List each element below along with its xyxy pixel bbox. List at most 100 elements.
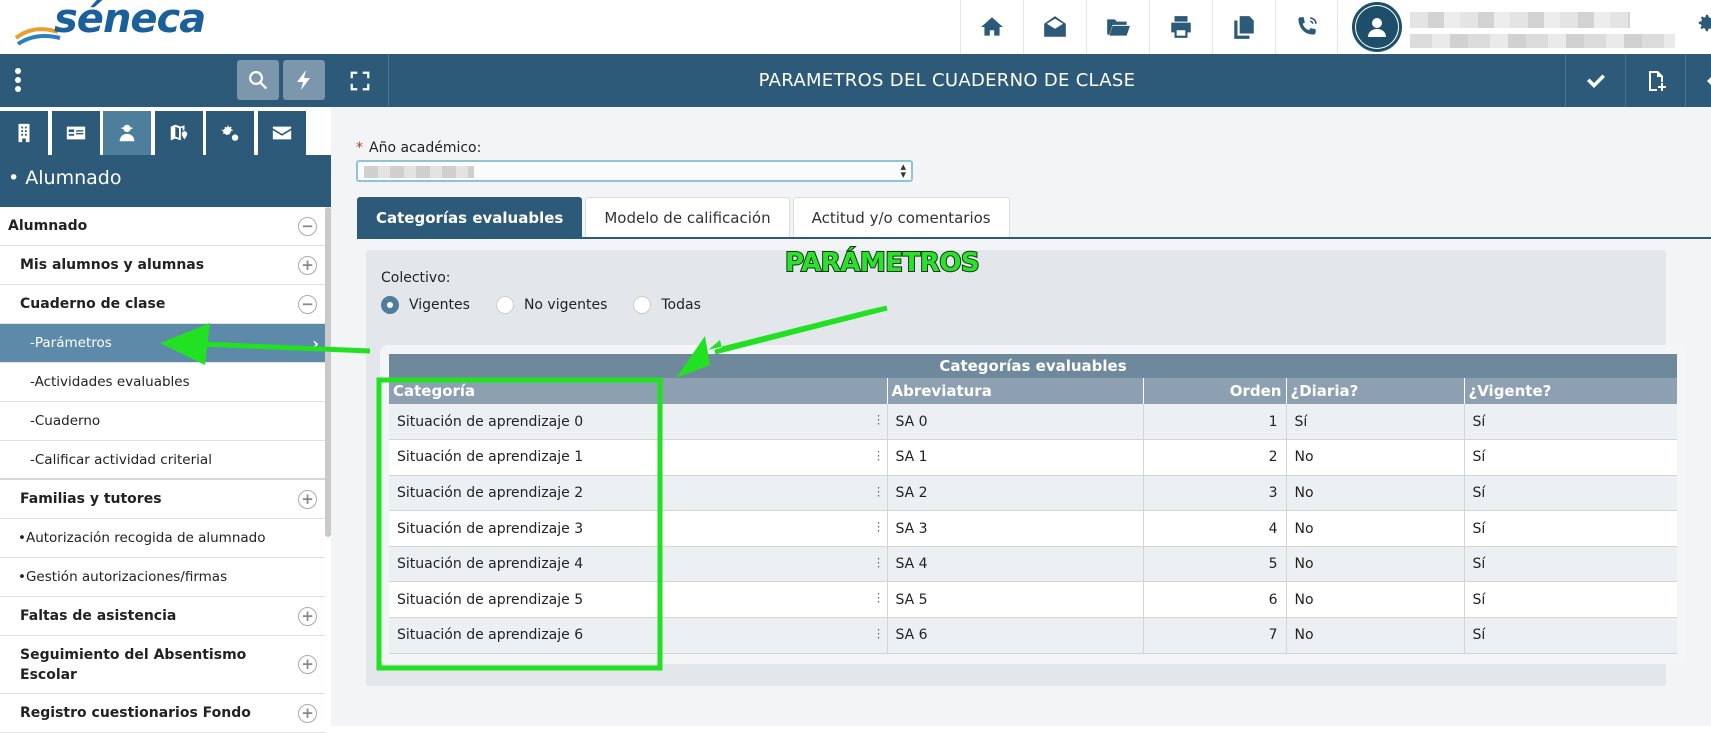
table-row[interactable]: Situación de aprendizaje 2···SA 23NoSí [389, 475, 1677, 511]
table-row[interactable]: Situación de aprendizaje 4···SA 45NoSí [389, 546, 1677, 582]
cell-text: No [1295, 627, 1314, 643]
quick-access-button[interactable] [283, 60, 325, 100]
row-kebab-icon[interactable]: ··· [877, 450, 881, 462]
arrow-left-icon [1704, 69, 1711, 93]
table-row[interactable]: Situación de aprendizaje 3···SA 34NoSí [389, 511, 1677, 547]
user-avatar[interactable] [1352, 2, 1402, 52]
tab-actitud-comentarios[interactable]: Actitud y/o comentarios [793, 197, 1010, 238]
seneca-logo[interactable]: séneca [14, 0, 204, 50]
table-row[interactable]: Situación de aprendizaje 0···SA 01SíSí [389, 404, 1677, 440]
menu-item-calificar-actividad[interactable]: -Calificar actividad criterial [0, 441, 325, 480]
menu-item-faltas[interactable]: Faltas de asistencia + [0, 597, 325, 636]
table-row[interactable]: Situación de aprendizaje 1···SA 12NoSí [389, 440, 1677, 476]
tab-categorias-evaluables[interactable]: Categorías evaluables [357, 197, 582, 238]
settings-gear-icon[interactable] [1696, 12, 1711, 34]
sidebar-tab-center[interactable] [0, 111, 48, 155]
print-icon [1168, 14, 1194, 40]
cell-text: Sí [1473, 449, 1486, 465]
sidebar-tab-mail[interactable] [258, 111, 306, 155]
new-document-button[interactable] [1625, 54, 1685, 107]
cell-text: Situación de aprendizaje 1 [397, 449, 583, 465]
cell-categoria: Situación de aprendizaje 5 ··· [389, 582, 887, 618]
required-marker: * [356, 140, 363, 156]
radio-todas[interactable]: Todas [633, 296, 701, 314]
kebab-menu-icon[interactable] [14, 68, 22, 96]
fullscreen-icon [349, 70, 371, 92]
logo-text: séneca [54, 0, 205, 42]
menu-item-parametros[interactable]: -Parámetros › [0, 324, 325, 363]
home-button[interactable] [960, 0, 1023, 54]
fullscreen-button[interactable] [331, 54, 389, 107]
colectivo-label: Colectivo: [381, 270, 451, 286]
phone-button[interactable] [1275, 0, 1338, 54]
copy-button[interactable] [1212, 0, 1275, 54]
menu-item-autorizacion-recogida[interactable]: •Autorización recogida de alumnado [0, 519, 325, 558]
print-button[interactable] [1149, 0, 1212, 54]
sidebar-tab-students[interactable] [103, 111, 151, 155]
menu-item-actividades-evaluables[interactable]: -Actividades evaluables [0, 363, 325, 402]
table-row[interactable]: Situación de aprendizaje 6···SA 67NoSí [389, 618, 1677, 654]
cell-text: Situación de aprendizaje 5 [397, 592, 583, 608]
row-kebab-icon[interactable]: ··· [877, 592, 881, 604]
academic-year-select[interactable]: ▴▾ [356, 160, 913, 182]
radio-checked-icon [381, 296, 399, 314]
column-header-categoria[interactable]: Categoría [389, 378, 887, 404]
search-icon [246, 68, 270, 92]
cell-vigente: Sí [1464, 511, 1677, 547]
messages-button[interactable] [1023, 0, 1086, 54]
phone-icon [1294, 14, 1320, 40]
column-header-diaria[interactable]: ¿Diaria? [1286, 378, 1464, 404]
table-caption: Categorías evaluables [389, 354, 1677, 378]
cell-vigente: Sí [1464, 404, 1677, 440]
user-role-redacted [1410, 34, 1675, 48]
expand-icon[interactable]: + [298, 490, 317, 509]
menu-group-alumnado[interactable]: Alumnado − [0, 207, 325, 246]
collapse-icon[interactable]: − [298, 295, 317, 314]
row-kebab-icon[interactable]: ··· [877, 557, 881, 569]
cell-text: SA 4 [896, 556, 928, 572]
row-kebab-icon[interactable]: ··· [877, 628, 881, 640]
building-icon [13, 122, 35, 144]
accept-button[interactable] [1565, 54, 1625, 107]
menu-item-cuaderno[interactable]: -Cuaderno [0, 402, 325, 441]
table-row[interactable]: Situación de aprendizaje 5···SA 56NoSí [389, 582, 1677, 618]
column-header-orden[interactable]: Orden [1143, 378, 1286, 404]
back-button[interactable] [1685, 54, 1711, 107]
add-document-icon [1644, 69, 1668, 93]
menu-item-registro-cuestionarios[interactable]: Registro cuestionarios Fondo + [0, 694, 325, 733]
cell-text: No [1295, 556, 1314, 572]
sidebar-tab-settings[interactable] [206, 111, 254, 155]
menu-item-cuaderno-de-clase[interactable]: Cuaderno de clase − [0, 285, 325, 324]
menu-item-gestion-autorizaciones[interactable]: •Gestión autorizaciones/firmas [0, 558, 325, 597]
cell-text: SA 3 [896, 521, 928, 537]
radio-no-vigentes[interactable]: No vigentes [496, 296, 607, 314]
search-button[interactable] [237, 60, 279, 100]
expand-icon[interactable]: + [298, 655, 317, 674]
cell-diaria: No [1286, 475, 1464, 511]
cell-abreviatura: SA 3 [887, 511, 1143, 547]
annotation-label: PARÁMETROS [785, 248, 979, 278]
cell-orden: 7 [1143, 618, 1286, 654]
cell-diaria: No [1286, 440, 1464, 476]
tab-modelo-calificacion[interactable]: Modelo de calificación [585, 197, 789, 238]
colectivo-radio-group: Vigentes No vigentes Todas [381, 296, 717, 314]
cell-vigente: Sí [1464, 618, 1677, 654]
collapse-icon[interactable]: − [298, 217, 317, 236]
expand-icon[interactable]: + [298, 607, 317, 626]
expand-icon[interactable]: + [298, 704, 317, 723]
documents-button[interactable] [1086, 0, 1149, 54]
column-header-abreviatura[interactable]: Abreviatura [887, 378, 1143, 404]
column-header-vigente[interactable]: ¿Vigente? [1464, 378, 1677, 404]
expand-icon[interactable]: + [298, 256, 317, 275]
sidebar-tab-map[interactable] [155, 111, 203, 155]
radio-vigentes[interactable]: Vigentes [381, 296, 470, 314]
row-kebab-icon[interactable]: ··· [877, 521, 881, 533]
row-kebab-icon[interactable]: ··· [877, 414, 881, 426]
menu-item-absentismo[interactable]: Seguimiento del Absentismo Escolar + [0, 636, 325, 694]
sidebar-tab-staff[interactable] [52, 111, 100, 155]
chevron-right-icon: › [312, 334, 319, 353]
menu-item-familias[interactable]: Familias y tutores + [0, 480, 325, 519]
cell-diaria: No [1286, 618, 1464, 654]
menu-item-mis-alumnos[interactable]: Mis alumnos y alumnas + [0, 246, 325, 285]
row-kebab-icon[interactable]: ··· [877, 486, 881, 498]
